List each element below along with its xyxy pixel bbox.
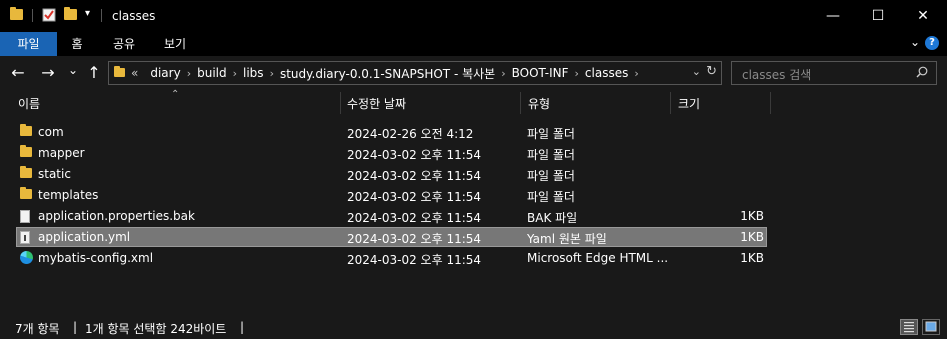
chevron-right-icon[interactable]: › [270, 67, 274, 80]
address-bar[interactable]: « diary › build › libs › study.diary-0.0… [108, 61, 722, 85]
file-date: 2024-03-02 오후 11:54 [347, 253, 482, 267]
properties-icon[interactable] [42, 8, 56, 25]
chevron-right-icon[interactable]: › [233, 67, 237, 80]
file-date: 2024-02-26 오전 4:12 [347, 127, 474, 141]
column-size[interactable]: 크기 [678, 95, 700, 112]
list-item[interactable]: application.properties.bak 2024-03-02 오후… [16, 206, 767, 226]
file-size: 1KB [740, 230, 764, 244]
refresh-icon[interactable]: ↻ [706, 64, 717, 79]
file-type: Microsoft Edge HTML ... [527, 251, 669, 265]
column-divider[interactable] [340, 92, 341, 114]
list-item[interactable]: com 2024-02-26 오전 4:12 파일 폴더 [16, 122, 767, 142]
chevron-right-icon[interactable]: › [634, 67, 638, 80]
file-date: 2024-03-02 오후 11:54 [347, 211, 482, 225]
expand-ribbon-icon[interactable]: ⌄ [910, 35, 920, 49]
document-icon [20, 210, 30, 223]
file-date: 2024-03-02 오후 11:54 [347, 148, 482, 162]
file-name: application.yml [38, 230, 131, 244]
breadcrumb-item[interactable]: BOOT-INF [512, 66, 569, 80]
column-divider[interactable] [670, 92, 671, 114]
column-divider[interactable] [770, 92, 771, 114]
folder-icon [20, 145, 32, 157]
list-item[interactable]: mapper 2024-03-02 오후 11:54 파일 폴더 [16, 143, 767, 163]
tab-share[interactable]: 공유 [104, 32, 144, 56]
breadcrumb: « diary › build › libs › study.diary-0.0… [131, 62, 645, 84]
new-folder-icon[interactable] [64, 7, 77, 20]
folder-icon [20, 124, 32, 136]
chevron-right-icon[interactable]: › [501, 67, 505, 80]
maximize-button[interactable]: ☐ [855, 0, 901, 32]
file-name: mapper [38, 146, 85, 160]
separator: | [73, 320, 78, 334]
forward-button[interactable]: → [38, 63, 58, 83]
file-name: static [38, 167, 71, 181]
title-bar: ▾ classes — ☐ ✕ [0, 0, 947, 32]
search-input[interactable]: classes 검색 [742, 66, 811, 83]
column-type[interactable]: 유형 [528, 95, 550, 112]
file-type: 파일 폴더 [527, 127, 575, 141]
help-icon[interactable]: ? [925, 36, 939, 50]
list-item[interactable]: mybatis-config.xml 2024-03-02 오후 11:54 M… [16, 248, 767, 268]
column-headers: ⌃ 이름 수정한 날짜 유형 크기 [0, 89, 947, 116]
item-count: 7개 항목 [15, 322, 60, 336]
list-item[interactable]: static 2024-03-02 오후 11:54 파일 폴더 [16, 164, 767, 184]
folder-icon [114, 66, 125, 77]
breadcrumb-item[interactable]: build [197, 66, 227, 80]
close-button[interactable]: ✕ [900, 0, 946, 32]
breadcrumb-item[interactable]: classes [585, 66, 628, 80]
column-divider[interactable] [520, 92, 521, 114]
folder-icon [10, 7, 23, 20]
file-name: application.properties.bak [38, 209, 195, 223]
up-button[interactable]: ↑ [84, 63, 104, 83]
address-dropdown-icon[interactable]: ⌄ [692, 65, 701, 78]
file-name: templates [38, 188, 99, 202]
column-name[interactable]: 이름 [18, 95, 40, 112]
tab-view[interactable]: 보기 [155, 32, 195, 56]
file-type: BAK 파일 [527, 211, 578, 225]
breadcrumb-item[interactable]: libs [243, 66, 264, 80]
separator: | [240, 320, 245, 334]
list-item[interactable]: templates 2024-03-02 오후 11:54 파일 폴더 [16, 185, 767, 205]
separator [101, 9, 102, 22]
search-box[interactable]: classes 검색 [731, 61, 937, 85]
file-name: mybatis-config.xml [38, 251, 154, 265]
folder-icon [20, 166, 32, 178]
column-date[interactable]: 수정한 날짜 [347, 95, 406, 112]
file-date: 2024-03-02 오후 11:54 [347, 169, 482, 183]
breadcrumb-item[interactable]: diary [150, 66, 180, 80]
sort-ascending-icon: ⌃ [171, 89, 180, 100]
separator [32, 9, 33, 22]
minimize-button[interactable]: — [810, 0, 856, 32]
ribbon-tabs: 파일 홈 공유 보기 ⌄ ? [0, 32, 947, 56]
file-type: 파일 폴더 [527, 148, 575, 162]
chevron-right-icon[interactable]: › [575, 67, 579, 80]
recent-locations-button[interactable]: ⌄ [63, 60, 83, 80]
selection-info: 1개 항목 선택함 242바이트 [85, 322, 227, 336]
customize-toolbar-icon[interactable]: ▾ [85, 8, 90, 19]
file-type: Yaml 원본 파일 [527, 232, 607, 246]
breadcrumb-overflow[interactable]: « [131, 66, 138, 80]
navigation-bar: ← → ⌄ ↑ « diary › build › libs › study.d… [0, 56, 947, 90]
chevron-right-icon[interactable]: › [187, 67, 191, 80]
file-size: 1KB [740, 251, 764, 265]
details-view-button[interactable] [900, 319, 918, 335]
yaml-file-icon [20, 231, 30, 244]
window-title: classes [112, 9, 156, 23]
back-button[interactable]: ← [8, 63, 28, 83]
file-type: 파일 폴더 [527, 190, 575, 204]
tab-home[interactable]: 홈 [60, 32, 94, 56]
list-item-selected[interactable]: application.yml 2024-03-02 오후 11:54 Yaml… [16, 227, 767, 247]
file-date: 2024-03-02 오후 11:54 [347, 232, 482, 246]
status-bar: 7개 항목 | 1개 항목 선택함 242바이트 | [0, 315, 947, 339]
search-icon [916, 66, 928, 78]
breadcrumb-item[interactable]: study.diary-0.0.1-SNAPSHOT - 복사본 [280, 65, 495, 82]
file-date: 2024-03-02 오후 11:54 [347, 190, 482, 204]
edge-icon [20, 251, 33, 264]
tab-file[interactable]: 파일 [0, 32, 57, 56]
file-name: com [38, 125, 64, 139]
large-icons-view-button[interactable] [922, 319, 940, 335]
file-size: 1KB [740, 209, 764, 223]
file-type: 파일 폴더 [527, 169, 575, 183]
folder-icon [20, 187, 32, 199]
